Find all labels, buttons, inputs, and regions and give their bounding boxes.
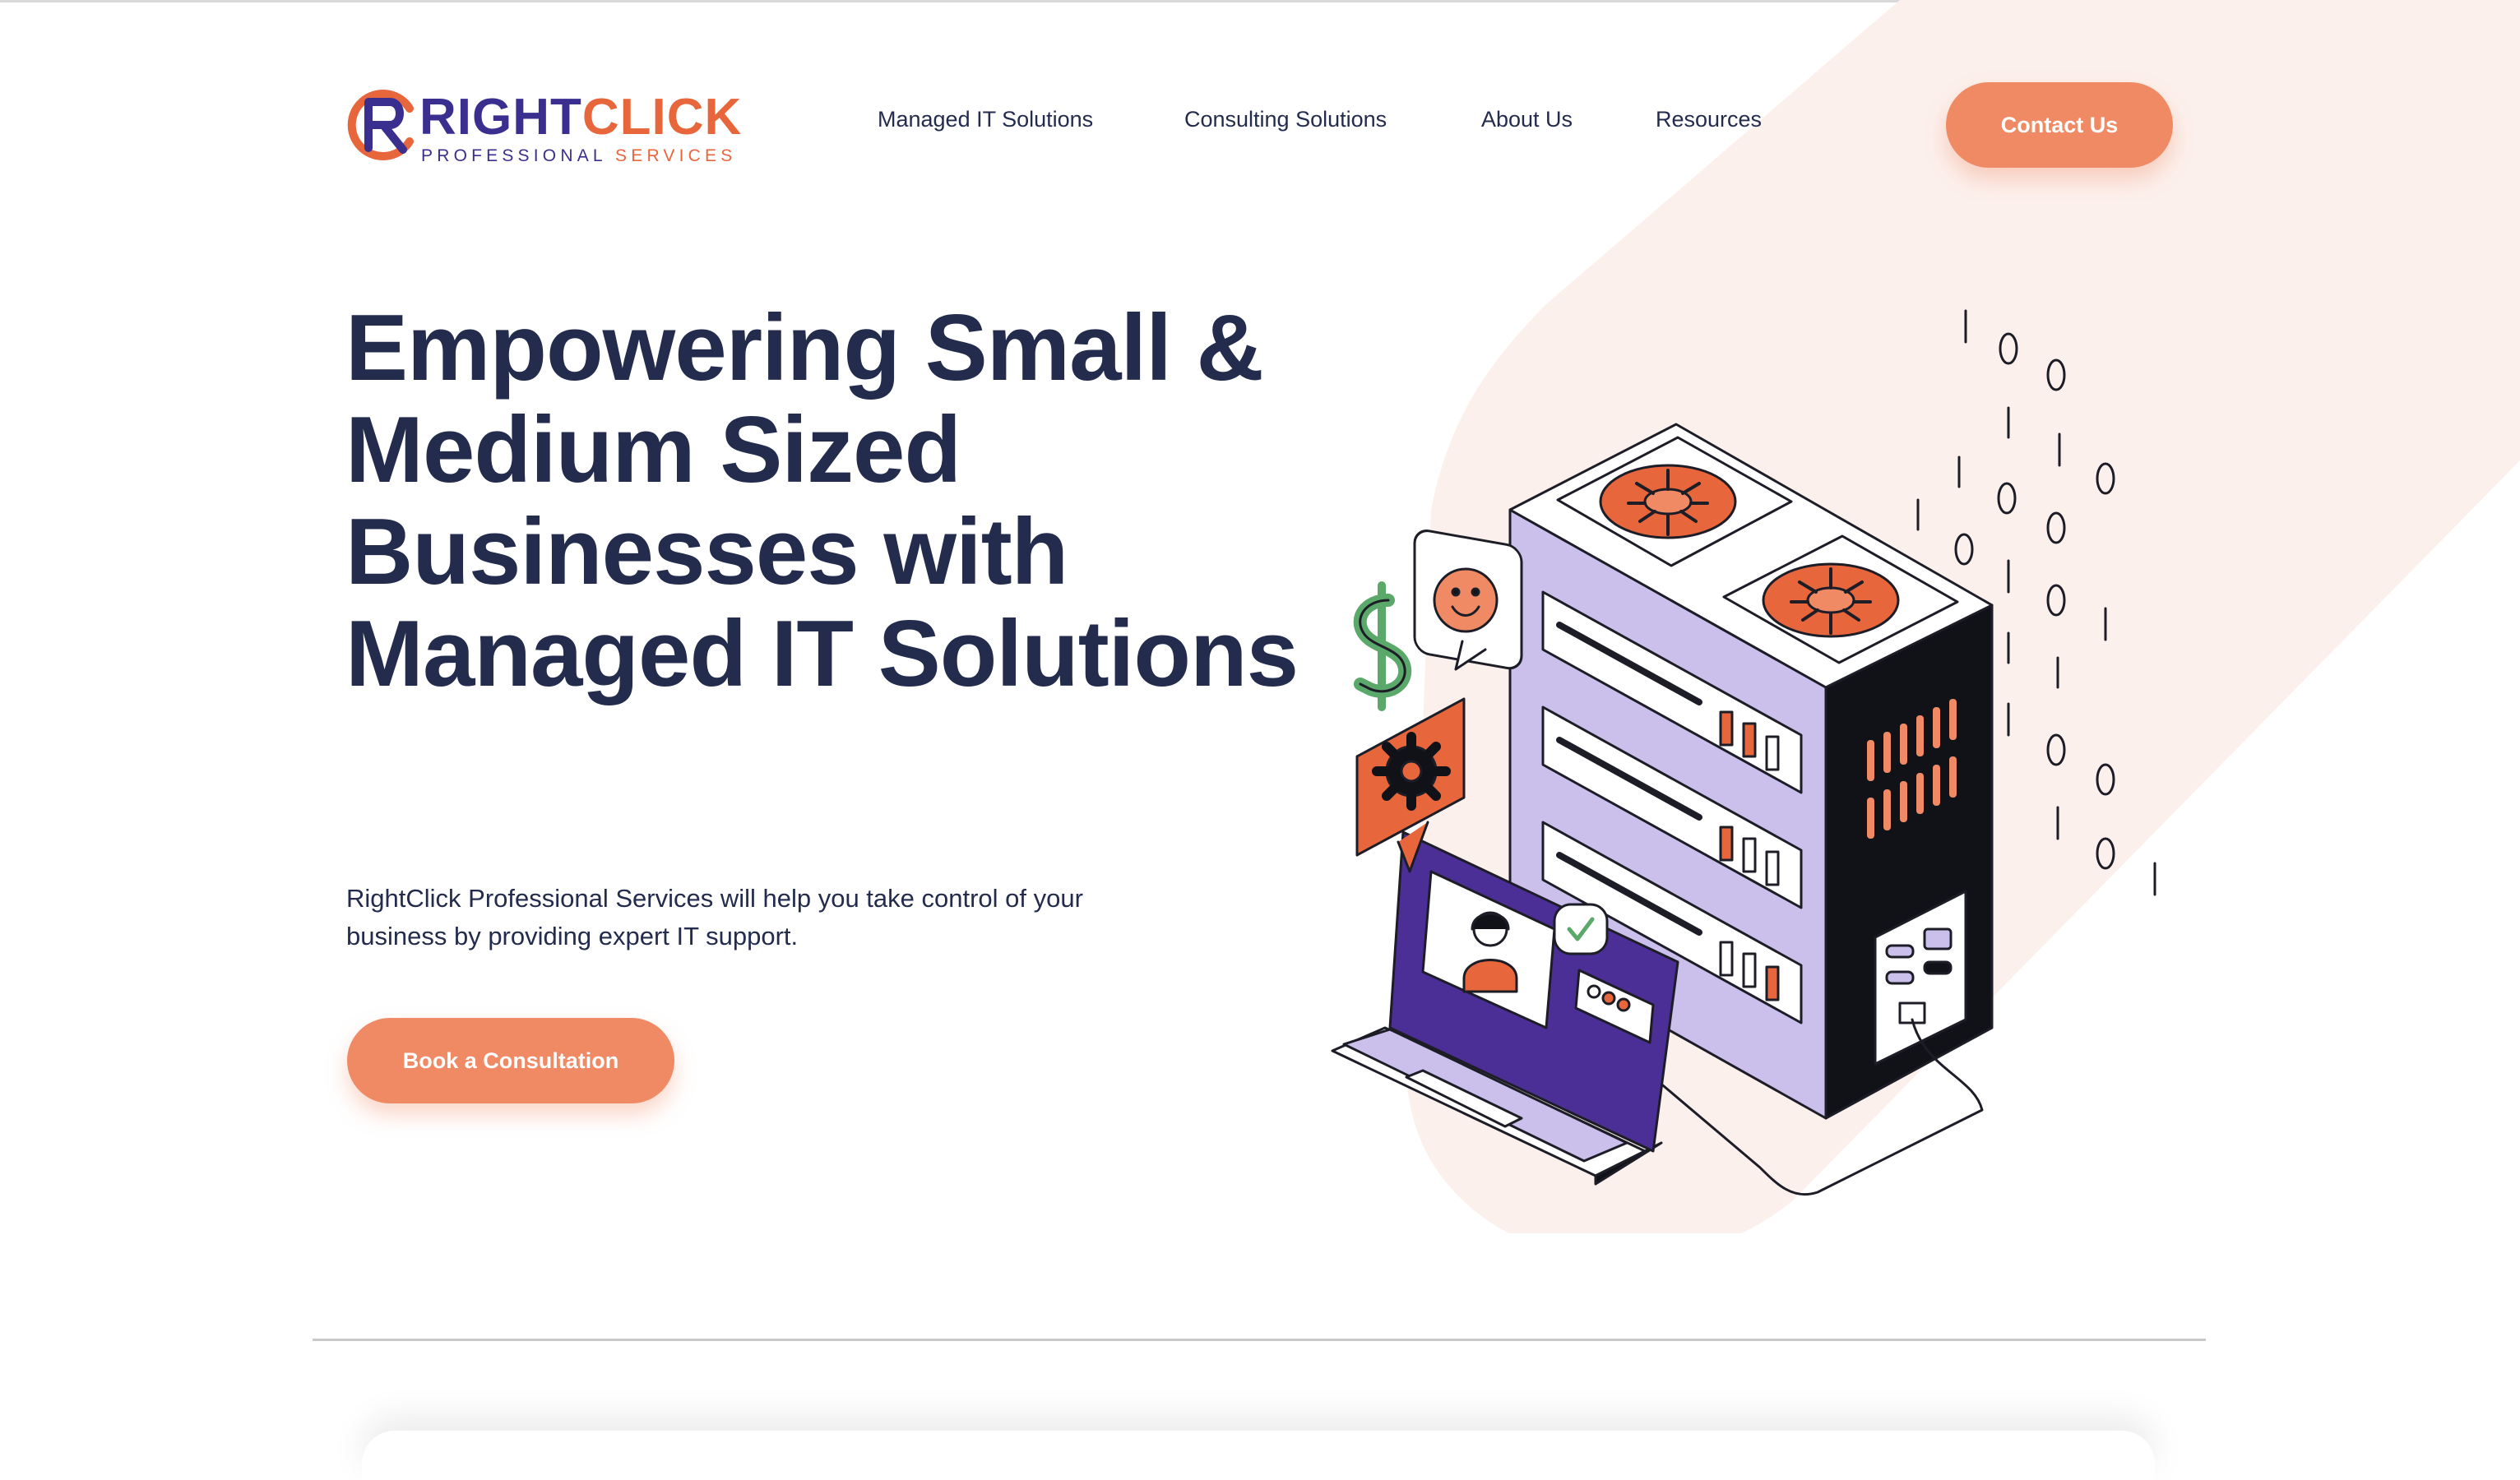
logo-wordmark: RIGHTCLICK <box>419 89 742 146</box>
section-divider <box>313 1339 2206 1341</box>
hero-subtitle: RightClick Professional Services will he… <box>346 884 1083 950</box>
nav-about-us[interactable]: About Us <box>1481 107 1573 132</box>
gear-chat-icon <box>1355 697 1466 873</box>
nav-managed-it-solutions[interactable]: Managed IT Solutions <box>878 107 1093 132</box>
logo-mark-icon <box>347 90 414 160</box>
logo-tagline-services: SERVICES <box>615 146 737 165</box>
server-illustration <box>1331 309 2156 1196</box>
hero-title: Empowering Small & Medium Sized Business… <box>345 296 1299 706</box>
next-section-card <box>362 1431 2155 1480</box>
logo-word-click: CLICK <box>581 89 743 146</box>
contact-us-button[interactable]: Contact Us <box>1946 82 2173 168</box>
logo-tagline-professional: PROFESSIONAL <box>421 146 616 165</box>
logo-tagline: PROFESSIONAL SERVICES <box>421 146 736 166</box>
nav-resources[interactable]: Resources <box>1656 107 1762 132</box>
smiley-chat-icon <box>1413 530 1523 671</box>
brand-logo[interactable]: RIGHTCLICK PROFESSIONAL SERVICES <box>344 82 741 173</box>
book-consultation-button[interactable]: Book a Consultation <box>347 1018 674 1103</box>
nav-consulting-solutions[interactable]: Consulting Solutions <box>1184 107 1387 132</box>
checkmark-icon <box>1553 903 1609 955</box>
logo-word-right: RIGHT <box>419 89 582 146</box>
dollar-icon <box>1353 581 1411 711</box>
